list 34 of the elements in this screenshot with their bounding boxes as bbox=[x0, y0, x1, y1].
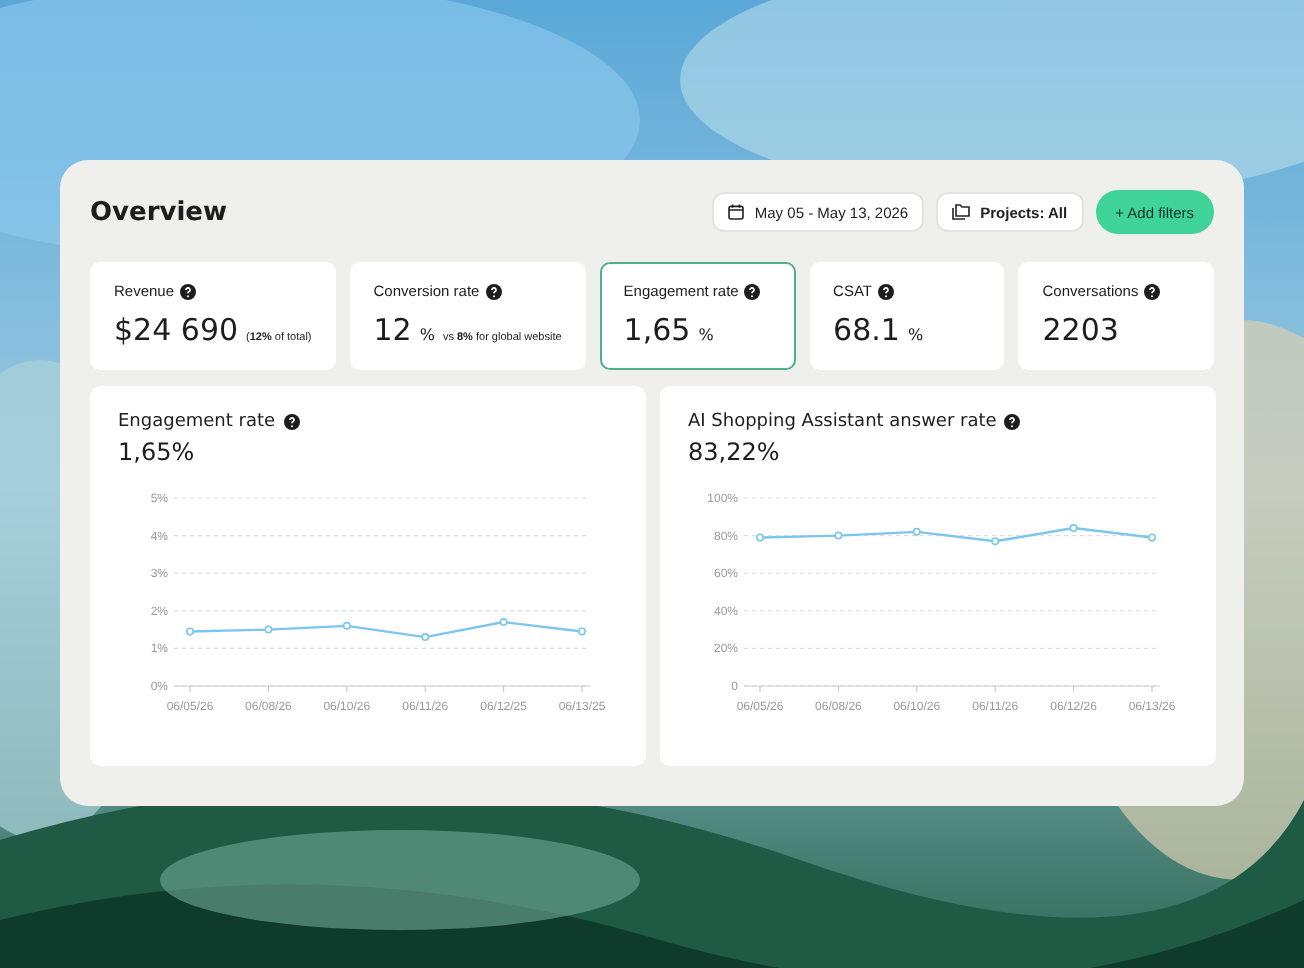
point bbox=[421, 633, 430, 642]
metric-unit: % bbox=[419, 326, 435, 344]
page-title: Overview bbox=[90, 197, 230, 227]
point bbox=[1069, 524, 1078, 533]
point bbox=[1148, 533, 1156, 542]
help-icon bbox=[744, 283, 761, 299]
metric-value: 12 bbox=[373, 312, 412, 348]
point bbox=[912, 527, 921, 536]
metric-value: 68.1 bbox=[833, 312, 900, 348]
folders-icon bbox=[952, 204, 971, 220]
point bbox=[499, 618, 508, 627]
chart-title: AI Shopping Assistant answer rate bbox=[688, 412, 997, 432]
help-icon bbox=[283, 414, 300, 430]
help-icon bbox=[180, 283, 197, 299]
calendar-icon bbox=[728, 204, 745, 220]
metric-value: 2203 bbox=[1042, 312, 1119, 348]
point bbox=[342, 621, 351, 630]
help-icon bbox=[485, 283, 502, 299]
help-icon bbox=[1004, 414, 1021, 430]
metric-unit: % bbox=[907, 326, 924, 344]
point bbox=[834, 531, 843, 540]
point bbox=[756, 533, 764, 542]
chart-title: Engagement rate bbox=[118, 412, 276, 432]
metric-value: $24 690 bbox=[114, 312, 239, 348]
help-icon bbox=[1144, 283, 1161, 299]
chart-value: 83,22% bbox=[688, 438, 782, 466]
metric-unit: % bbox=[698, 326, 714, 344]
point bbox=[264, 625, 273, 634]
point bbox=[186, 627, 194, 636]
point bbox=[578, 627, 586, 636]
help-icon bbox=[877, 283, 894, 299]
metric-value: 1,65 bbox=[623, 312, 691, 348]
chart-value: 1,65% bbox=[118, 438, 197, 466]
point bbox=[991, 537, 1000, 546]
